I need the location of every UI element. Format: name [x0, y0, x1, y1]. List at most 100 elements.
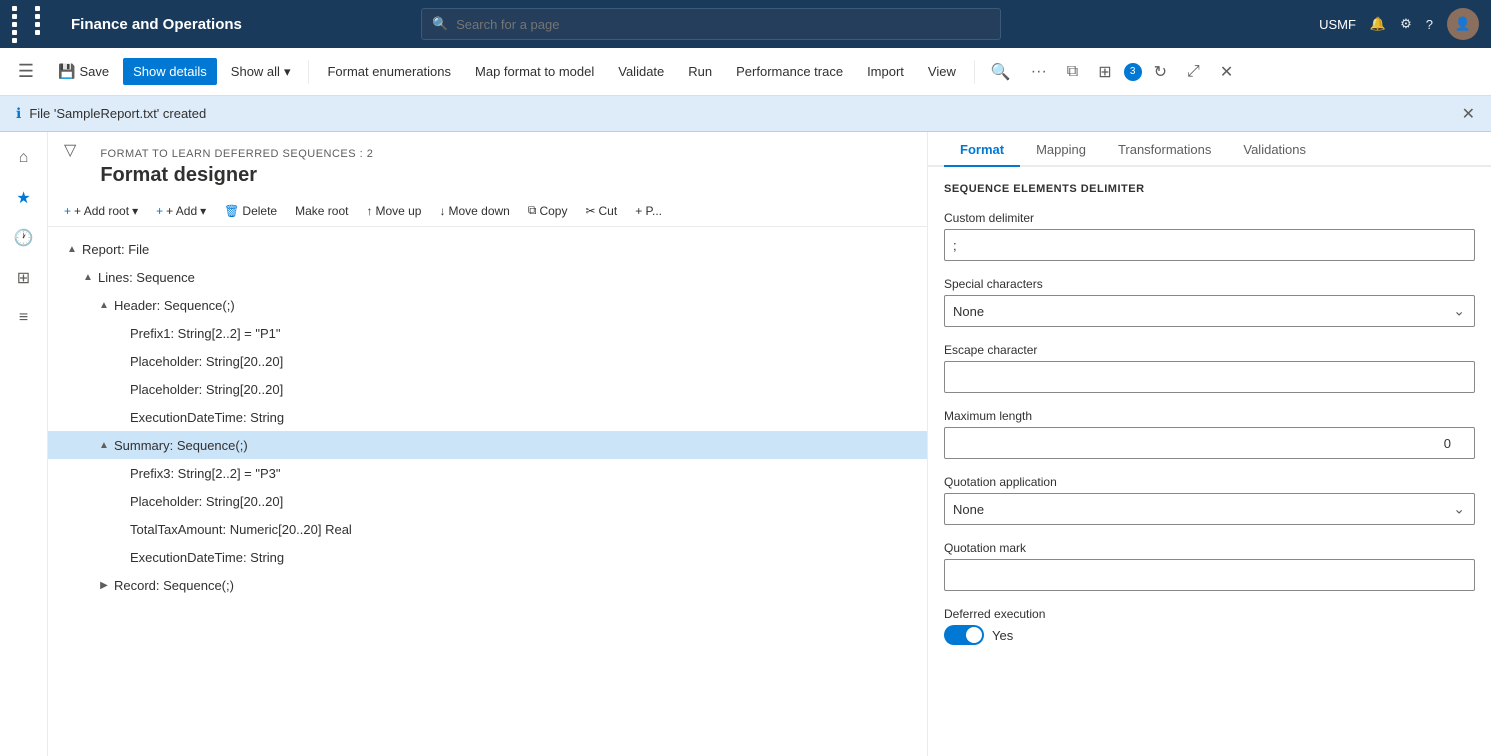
breadcrumb: FORMAT TO LEARN DEFERRED SEQUENCES : 2	[84, 140, 389, 160]
refresh-icon[interactable]: ↻	[1146, 58, 1175, 86]
maximum-length-input[interactable]	[944, 427, 1475, 459]
tree-item-label: Report: File	[82, 242, 149, 257]
tree-item[interactable]: TotalTaxAmount: Numeric[20..20] Real	[48, 515, 927, 543]
filter-icon[interactable]: ▽	[64, 140, 76, 160]
make-root-button[interactable]: Make root	[287, 200, 356, 222]
show-all-button[interactable]: Show all ▾	[221, 58, 301, 86]
tree-item[interactable]: ▶ Record: Sequence(;)	[48, 571, 927, 599]
import-button[interactable]: Import	[857, 58, 914, 85]
tab-mapping[interactable]: Mapping	[1020, 132, 1102, 167]
tree-item-label: Record: Sequence(;)	[114, 578, 234, 593]
run-button[interactable]: Run	[678, 58, 722, 85]
tree-content: ▲ Report: File ▲ Lines: Sequence ▲ Heade…	[48, 227, 927, 756]
sidebar-item-home[interactable]: ⌂	[6, 140, 42, 176]
special-characters-group: Special characters None XML JSON	[944, 277, 1475, 327]
toggle-icon	[112, 409, 128, 425]
sidebar-item-star[interactable]: ★	[6, 180, 42, 216]
help-icon[interactable]: ?	[1426, 17, 1433, 32]
notification-icon[interactable]: 🔔	[1370, 16, 1386, 32]
sidebar-icons: ⌂ ★ 🕐 ⊞ ≡	[0, 132, 48, 756]
avatar[interactable]: 👤	[1447, 8, 1479, 40]
search-toolbar-icon[interactable]: 🔍	[983, 58, 1019, 86]
format-enumerations-button[interactable]: Format enumerations	[317, 58, 461, 85]
move-down-button[interactable]: ↓ Move down	[431, 200, 517, 222]
deferred-execution-toggle[interactable]	[944, 625, 984, 645]
settings-icon[interactable]: ⚙	[1400, 16, 1412, 32]
close-icon[interactable]: ✕	[1212, 58, 1241, 86]
more-options-icon[interactable]: ···	[1023, 59, 1055, 85]
save-icon: 💾	[58, 63, 75, 80]
tree-item-label: Summary: Sequence(;)	[114, 438, 248, 453]
sidebar-item-list[interactable]: ≡	[6, 300, 42, 336]
toggle-icon[interactable]: ▲	[96, 437, 112, 453]
toggle-icon	[112, 549, 128, 565]
more-tree-button[interactable]: + P...	[627, 200, 670, 222]
hamburger-icon[interactable]: ☰	[8, 54, 44, 90]
add-root-button[interactable]: + + Add root ▾	[56, 200, 146, 222]
office-icon[interactable]: ⊞	[1090, 58, 1119, 86]
escape-character-input[interactable]	[944, 361, 1475, 393]
toggle-icon[interactable]: ▲	[96, 297, 112, 313]
puzzle-icon[interactable]: ⧉	[1059, 59, 1086, 85]
tree-item[interactable]: ▲ Report: File	[48, 235, 927, 263]
toggle-icon	[112, 325, 128, 341]
toggle-icon[interactable]: ▲	[64, 241, 80, 257]
map-format-button[interactable]: Map format to model	[465, 58, 604, 85]
special-characters-label: Special characters	[944, 277, 1475, 291]
tree-item[interactable]: ExecutionDateTime: String	[48, 543, 927, 571]
search-input[interactable]	[456, 17, 990, 32]
view-button[interactable]: View	[918, 58, 966, 85]
toggle-icon	[112, 353, 128, 369]
notification-message: File 'SampleReport.txt' created	[29, 106, 206, 121]
apps-grid-icon[interactable]	[12, 6, 55, 43]
move-up-icon: ↑	[366, 204, 372, 218]
search-box[interactable]: 🔍	[421, 8, 1001, 40]
tree-item[interactable]: ▲ Lines: Sequence	[48, 263, 927, 291]
custom-delimiter-input[interactable]	[944, 229, 1475, 261]
sidebar-item-grid[interactable]: ⊞	[6, 260, 42, 296]
tree-item-label: ExecutionDateTime: String	[130, 410, 284, 425]
toggle-icon[interactable]: ▲	[80, 269, 96, 285]
right-panel: Format Mapping Transformations Validatio…	[928, 132, 1491, 756]
open-icon[interactable]: ⤢	[1179, 59, 1208, 85]
notification-close-button[interactable]: ✕	[1462, 104, 1475, 124]
page-title: Format designer	[84, 160, 389, 195]
tree-item[interactable]: Prefix1: String[2..2] = "P1"	[48, 319, 927, 347]
tab-format[interactable]: Format	[944, 132, 1020, 167]
tree-toolbar: + + Add root ▾ + + Add ▾ 🗑 Delete Make r…	[48, 195, 927, 227]
tree-item[interactable]: Placeholder: String[20..20]	[48, 347, 927, 375]
validate-button[interactable]: Validate	[608, 58, 674, 85]
move-up-button[interactable]: ↑ Move up	[358, 200, 429, 222]
performance-trace-button[interactable]: Performance trace	[726, 58, 853, 85]
cut-button[interactable]: ✂ Cut	[577, 200, 625, 222]
delete-button[interactable]: 🗑 Delete	[216, 200, 285, 222]
toggle-icon[interactable]: ▶	[96, 577, 112, 593]
tree-item-selected[interactable]: ▲ Summary: Sequence(;)	[48, 431, 927, 459]
escape-character-label: Escape character	[944, 343, 1475, 357]
tree-item[interactable]: ▲ Header: Sequence(;)	[48, 291, 927, 319]
move-down-icon: ↓	[439, 204, 445, 218]
tab-validations[interactable]: Validations	[1227, 132, 1322, 167]
tree-item-label: TotalTaxAmount: Numeric[20..20] Real	[130, 522, 352, 537]
tree-item[interactable]: Placeholder: String[20..20]	[48, 375, 927, 403]
quotation-application-group: Quotation application None Single Double	[944, 475, 1475, 525]
add-root-chevron-icon: ▾	[132, 204, 138, 218]
special-characters-select[interactable]: None XML JSON	[944, 295, 1475, 327]
tree-item-label: Placeholder: String[20..20]	[130, 354, 283, 369]
quotation-mark-group: Quotation mark	[944, 541, 1475, 591]
tab-transformations[interactable]: Transformations	[1102, 132, 1227, 167]
tree-item[interactable]: Placeholder: String[20..20]	[48, 487, 927, 515]
save-button[interactable]: 💾 Save	[48, 57, 119, 86]
tree-item[interactable]: Prefix3: String[2..2] = "P3"	[48, 459, 927, 487]
quotation-mark-input[interactable]	[944, 559, 1475, 591]
show-details-button[interactable]: Show details	[123, 58, 217, 85]
add-chevron-icon: ▾	[200, 204, 206, 218]
copy-button[interactable]: ⧉ Copy	[520, 199, 576, 222]
quotation-application-select[interactable]: None Single Double	[944, 493, 1475, 525]
main-layout: ⌂ ★ 🕐 ⊞ ≡ ▽ FORMAT TO LEARN DEFERRED SEQ…	[0, 132, 1491, 756]
tree-item[interactable]: ExecutionDateTime: String	[48, 403, 927, 431]
tree-item-label: Header: Sequence(;)	[114, 298, 235, 313]
sidebar-item-clock[interactable]: 🕐	[6, 220, 42, 256]
add-button[interactable]: + + Add ▾	[148, 200, 214, 222]
tree-item-label: Placeholder: String[20..20]	[130, 382, 283, 397]
